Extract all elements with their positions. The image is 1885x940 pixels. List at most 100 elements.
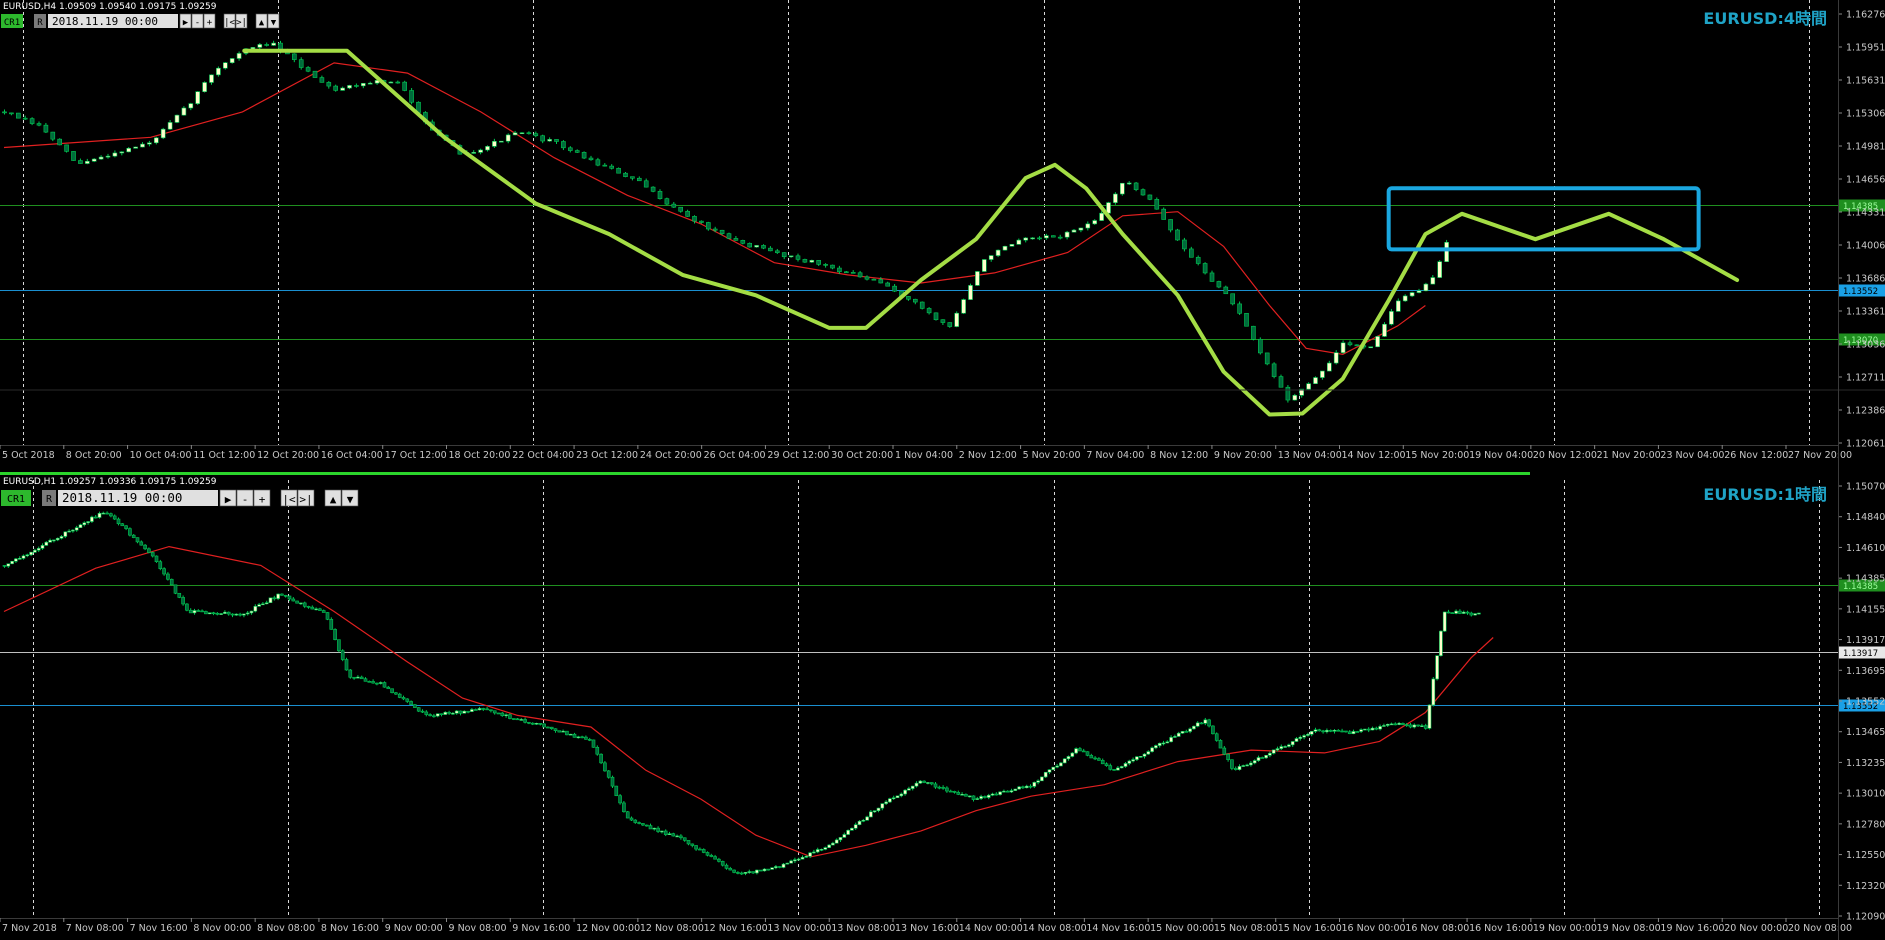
candle-body — [257, 604, 261, 607]
time-tick-label: 16 Nov 00:00 — [1342, 923, 1406, 934]
h4-time-control[interactable]: CR1 R 2018.11.19 00:00 ▶ - + |< >| ▲ ▼ — [1, 13, 280, 29]
candle-body — [1230, 293, 1235, 305]
candle-body — [249, 610, 254, 614]
candle-body — [907, 788, 911, 791]
candle-body — [1165, 741, 1170, 744]
candle-body — [1070, 752, 1075, 757]
candle-body — [14, 558, 18, 562]
time-tick-label: 13 Nov 16:00 — [895, 923, 959, 934]
candle-body — [739, 872, 744, 875]
candle-body — [606, 770, 611, 778]
candle-body — [1359, 729, 1363, 732]
candle-body — [789, 860, 793, 864]
candle-body — [929, 782, 934, 785]
candle-body — [998, 791, 1002, 795]
time-tick-label: 7 Nov 04:00 — [1086, 450, 1144, 461]
time-tick-label: 12 Oct 20:00 — [257, 450, 319, 461]
date-input-value: 2018.11.19 00:00 — [62, 490, 182, 505]
candle-body — [250, 47, 256, 50]
candle-body — [185, 603, 189, 611]
candle-body — [71, 151, 76, 161]
candle-body — [1199, 722, 1204, 725]
candle-body — [302, 602, 307, 607]
candle-body — [637, 822, 641, 824]
candle-body — [1113, 193, 1118, 203]
candle-body — [378, 682, 383, 684]
scroll-progress-bar[interactable] — [0, 472, 1530, 475]
candle-body — [663, 830, 668, 835]
candle-body — [698, 848, 702, 851]
time-tick-label: 14 Nov 00:00 — [959, 923, 1023, 934]
candle-body — [306, 606, 311, 608]
candle-body — [21, 555, 26, 559]
candle-body — [948, 790, 953, 793]
candle-body — [1044, 235, 1049, 239]
candle-body — [595, 746, 600, 755]
candle-body — [1043, 771, 1048, 778]
candle-body — [395, 81, 401, 84]
candle-body — [1275, 748, 1280, 751]
candle-body — [618, 795, 622, 804]
candle-body — [1089, 755, 1094, 759]
price-tick-label: 1.15951 — [1846, 43, 1885, 54]
candle-body — [633, 819, 638, 823]
candle-body — [245, 612, 250, 615]
candle-body — [6, 563, 11, 567]
candle-body — [1309, 731, 1314, 735]
candle-body — [1290, 741, 1295, 746]
trading-chart-window[interactable]: 1.143851.135521.13070 EURUSD,H4 1.09509 … — [0, 0, 1885, 940]
h1-time-control[interactable]: CR1 R 2018.11.19 00:00 ▶ - + |< >| ▲ ▼ — [1, 489, 359, 507]
candle-body — [671, 833, 676, 837]
candle-body — [712, 228, 718, 231]
candle-body — [610, 776, 615, 787]
r-button-label: R — [46, 494, 53, 505]
candle-body — [1427, 704, 1432, 729]
price-tick-label: 1.12320 — [1846, 881, 1885, 892]
candle-body — [340, 87, 345, 91]
candle-body — [98, 156, 104, 160]
candle-body — [857, 272, 863, 278]
candle-body — [519, 132, 525, 135]
time-tick-label: 22 Oct 04:00 — [512, 450, 574, 461]
candle-body — [439, 713, 444, 716]
candle-body — [793, 859, 797, 862]
candle-body — [1336, 729, 1341, 732]
candle-body — [466, 710, 470, 713]
candle-body — [667, 833, 672, 835]
price-tick-label: 1.15631 — [1846, 76, 1885, 87]
candle-body — [888, 798, 892, 803]
candle-body — [216, 67, 221, 76]
candle-body — [694, 845, 698, 850]
time-tick-label: 9 Nov 20:00 — [1214, 450, 1272, 461]
candle-body — [1119, 766, 1124, 769]
candle-body — [1458, 610, 1462, 614]
candle-body — [1184, 731, 1189, 733]
price-tick-label: 1.14840 — [1846, 512, 1885, 523]
candle-body — [354, 85, 359, 87]
candle-body — [1397, 722, 1401, 725]
candle-body — [135, 537, 140, 543]
candle-body — [333, 85, 339, 91]
candle-body — [850, 827, 854, 831]
time-tick-label: 20 Nov 12:00 — [1533, 450, 1597, 461]
candle-body — [588, 157, 594, 161]
candle-body — [1306, 734, 1310, 736]
h1-control-buttons[interactable]: ▶ - + |< >| ▲ ▼ — [219, 489, 359, 507]
candle-body — [954, 312, 960, 327]
candle-body — [843, 271, 849, 274]
time-tick-label: 11 Oct 12:00 — [193, 450, 255, 461]
candle-body — [933, 312, 939, 320]
candle-body — [971, 795, 976, 800]
candle-body — [78, 160, 83, 164]
candle-body — [657, 191, 663, 199]
candle-body — [388, 81, 394, 84]
candle-body — [599, 753, 603, 764]
candle-body — [1195, 256, 1201, 264]
candle-body — [52, 539, 56, 542]
candle-body — [48, 539, 52, 543]
control-button-label: + — [259, 493, 266, 506]
price-tick-label: 1.14656 — [1846, 175, 1885, 186]
candle-body — [534, 723, 539, 725]
h4-control-buttons[interactable]: ▶ - + |< >| ▲ ▼ — [179, 13, 280, 29]
candle-body — [709, 854, 714, 857]
